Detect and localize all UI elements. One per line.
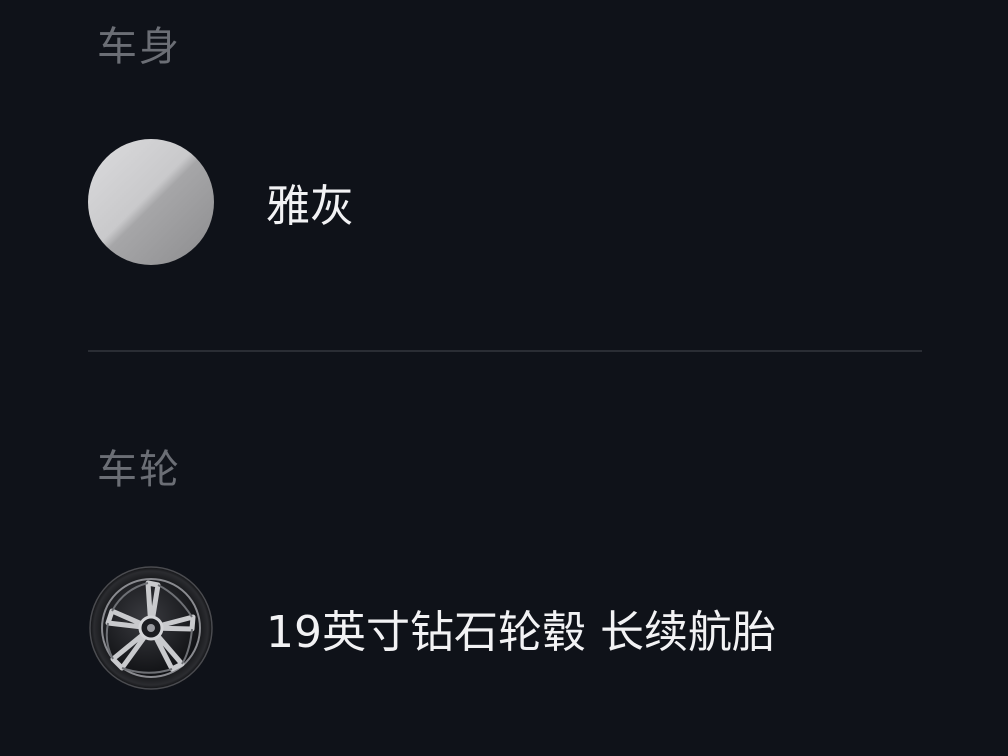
- section-title-wheel: 车轮: [97, 447, 181, 493]
- body-color-option-ya-gray[interactable]: 雅灰: [88, 137, 922, 267]
- section-title-body: 车身: [97, 24, 181, 70]
- section-divider: [88, 350, 922, 352]
- configurator-page: 车身 雅灰 车轮 19英寸钻石轮毂 长续航胎: [0, 0, 1008, 756]
- wheel-option-19-inch[interactable]: 19英寸钻石轮毂 长续航胎: [88, 563, 922, 693]
- wheel-option-label: 19英寸钻石轮毂 长续航胎: [266, 607, 776, 658]
- color-swatch-icon: [88, 139, 214, 265]
- wheel-icon: [88, 565, 214, 691]
- body-color-label: 雅灰: [266, 181, 354, 232]
